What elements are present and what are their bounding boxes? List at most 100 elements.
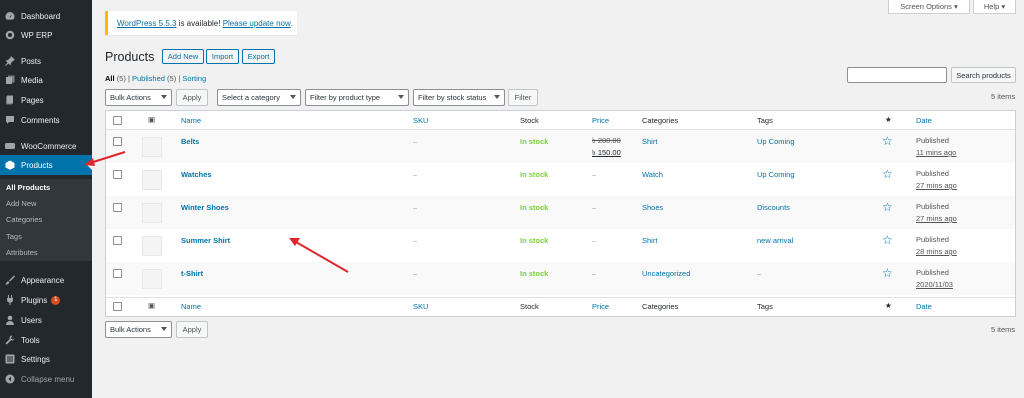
product-thumbnail[interactable] (142, 236, 162, 256)
publish-date: 27 mins ago (916, 214, 957, 223)
collapse-icon (5, 374, 15, 384)
help-tab[interactable]: Help ▾ (973, 0, 1016, 14)
collapse-menu-button[interactable]: Collapse menu (0, 369, 92, 389)
product-thumbnail[interactable] (142, 269, 162, 289)
export-button[interactable]: Export (242, 49, 275, 64)
product-name-link[interactable]: Belts (181, 137, 199, 146)
view-all-link[interactable]: All (105, 74, 115, 83)
sidebar-item-wp-erp[interactable]: WP ERP (0, 25, 92, 45)
publish-date: 2020/11/03 (916, 280, 953, 289)
category-link[interactable]: Watch (642, 170, 663, 179)
product-thumbnail[interactable] (142, 203, 162, 223)
select-value: Bulk Actions (110, 325, 151, 334)
submenu-tags[interactable]: Tags (6, 232, 22, 241)
category-link[interactable]: Shoes (642, 203, 663, 212)
submenu-add-new[interactable]: Add New (6, 199, 36, 208)
sidebar-item-media[interactable]: Media (0, 70, 92, 90)
filter-button[interactable]: Filter (508, 89, 538, 106)
column-date[interactable]: Date (916, 302, 932, 311)
screen-options-tab[interactable]: Screen Options ▾ (888, 0, 970, 14)
row-checkbox[interactable] (113, 203, 122, 212)
column-name[interactable]: Name (181, 116, 201, 125)
sidebar-item-label: Tools (21, 335, 40, 345)
product-name-link[interactable]: Winter Shoes (181, 203, 229, 212)
stock-status: In stock (520, 269, 549, 278)
product-name-link[interactable]: t-Shirt (181, 269, 203, 278)
sidebar-item-comments[interactable]: Comments (0, 110, 92, 130)
column-name[interactable]: Name (181, 302, 201, 311)
category-link[interactable]: Uncategorized (642, 269, 690, 278)
tag-link[interactable]: Discounts (757, 203, 790, 212)
row-checkbox[interactable] (113, 137, 122, 146)
sidebar-item-settings[interactable]: Settings (0, 349, 92, 369)
featured-column-star-icon[interactable]: ★ (885, 115, 892, 124)
view-published-link[interactable]: Published (132, 74, 165, 83)
select-value: Filter by stock status (418, 93, 487, 102)
screen-options-label: Screen Options (900, 2, 952, 11)
submenu-categories[interactable]: Categories (6, 215, 42, 224)
wordpress-version-link[interactable]: WordPress 5.5.3 (117, 19, 176, 28)
row-checkbox[interactable] (113, 269, 122, 278)
publish-date: 28 mins ago (916, 247, 957, 256)
product-thumbnail[interactable] (142, 137, 162, 157)
featured-star-icon[interactable]: ☆ (882, 266, 893, 280)
add-new-button[interactable]: Add New (162, 49, 204, 64)
sidebar-item-tools[interactable]: Tools (0, 330, 92, 350)
woo-icon (5, 141, 15, 151)
product-thumbnail[interactable] (142, 170, 162, 190)
publish-status: Published (916, 202, 949, 211)
items-count-bottom: 5 items (991, 325, 1016, 334)
apply-button-bottom[interactable]: Apply (176, 321, 208, 338)
wrench-icon (5, 335, 15, 345)
apply-button[interactable]: Apply (176, 89, 208, 106)
column-price[interactable]: Price (592, 302, 609, 311)
category-select[interactable]: Select a category (217, 89, 301, 106)
column-price[interactable]: Price (592, 116, 609, 125)
stock-status-select[interactable]: Filter by stock status (413, 89, 505, 106)
sidebar-item-label: Comments (21, 115, 60, 125)
featured-star-icon[interactable]: ☆ (882, 134, 893, 148)
featured-star-icon[interactable]: ☆ (882, 233, 893, 247)
bulk-actions-select[interactable]: Bulk Actions (105, 89, 172, 106)
tag-link[interactable]: Up Coming (757, 137, 795, 146)
product-name-link[interactable]: Summer Shirt (181, 236, 230, 245)
sidebar-item-dashboard[interactable]: Dashboard (0, 6, 92, 26)
tag-link[interactable]: new arrival (757, 236, 793, 245)
column-date[interactable]: Date (916, 116, 932, 125)
sidebar-item-posts[interactable]: Posts (0, 51, 92, 71)
featured-column-star-icon[interactable]: ★ (885, 301, 892, 310)
status-views: All (5) | Published (5) | Sorting (105, 74, 206, 83)
product-name-link[interactable]: Watches (181, 170, 212, 179)
featured-star-icon[interactable]: ☆ (882, 167, 893, 181)
view-sorting-link[interactable]: Sorting (182, 74, 206, 83)
row-checkbox[interactable] (113, 170, 122, 179)
sidebar-item-woocommerce[interactable]: WooCommerce (0, 136, 92, 156)
select-all-checkbox[interactable] (113, 302, 122, 311)
column-sku[interactable]: SKU (413, 302, 428, 311)
category-link[interactable]: Shirt (642, 137, 657, 146)
bulk-actions-select-bottom[interactable]: Bulk Actions (105, 321, 172, 338)
sidebar-item-products[interactable]: Products (0, 155, 92, 175)
update-now-link[interactable]: Please update now (223, 19, 291, 28)
category-link[interactable]: Shirt (642, 236, 657, 245)
featured-star-icon[interactable]: ☆ (882, 200, 893, 214)
import-button[interactable]: Import (206, 49, 239, 64)
sidebar-item-label: Users (21, 315, 42, 325)
sidebar-item-appearance[interactable]: Appearance (0, 270, 92, 290)
view-all-count: (5) (116, 74, 126, 83)
current-menu-pointer (87, 160, 92, 170)
row-checkbox[interactable] (113, 236, 122, 245)
price-value: – (592, 236, 597, 245)
submenu-all-products[interactable]: All Products (6, 183, 50, 192)
select-all-checkbox[interactable] (113, 116, 122, 125)
submenu-attributes[interactable]: Attributes (6, 248, 38, 257)
search-products-button[interactable]: Search products (951, 67, 1016, 83)
sidebar-item-users[interactable]: Users (0, 310, 92, 330)
sidebar-item-plugins[interactable]: Plugins 1 (0, 290, 92, 310)
sidebar-item-pages[interactable]: Pages (0, 90, 92, 110)
products-submenu: All Products Add New Categories Tags Att… (0, 179, 92, 261)
search-input[interactable] (847, 67, 947, 83)
tag-link[interactable]: Up Coming (757, 170, 795, 179)
column-sku[interactable]: SKU (413, 116, 428, 125)
product-type-select[interactable]: Filter by product type (305, 89, 409, 106)
